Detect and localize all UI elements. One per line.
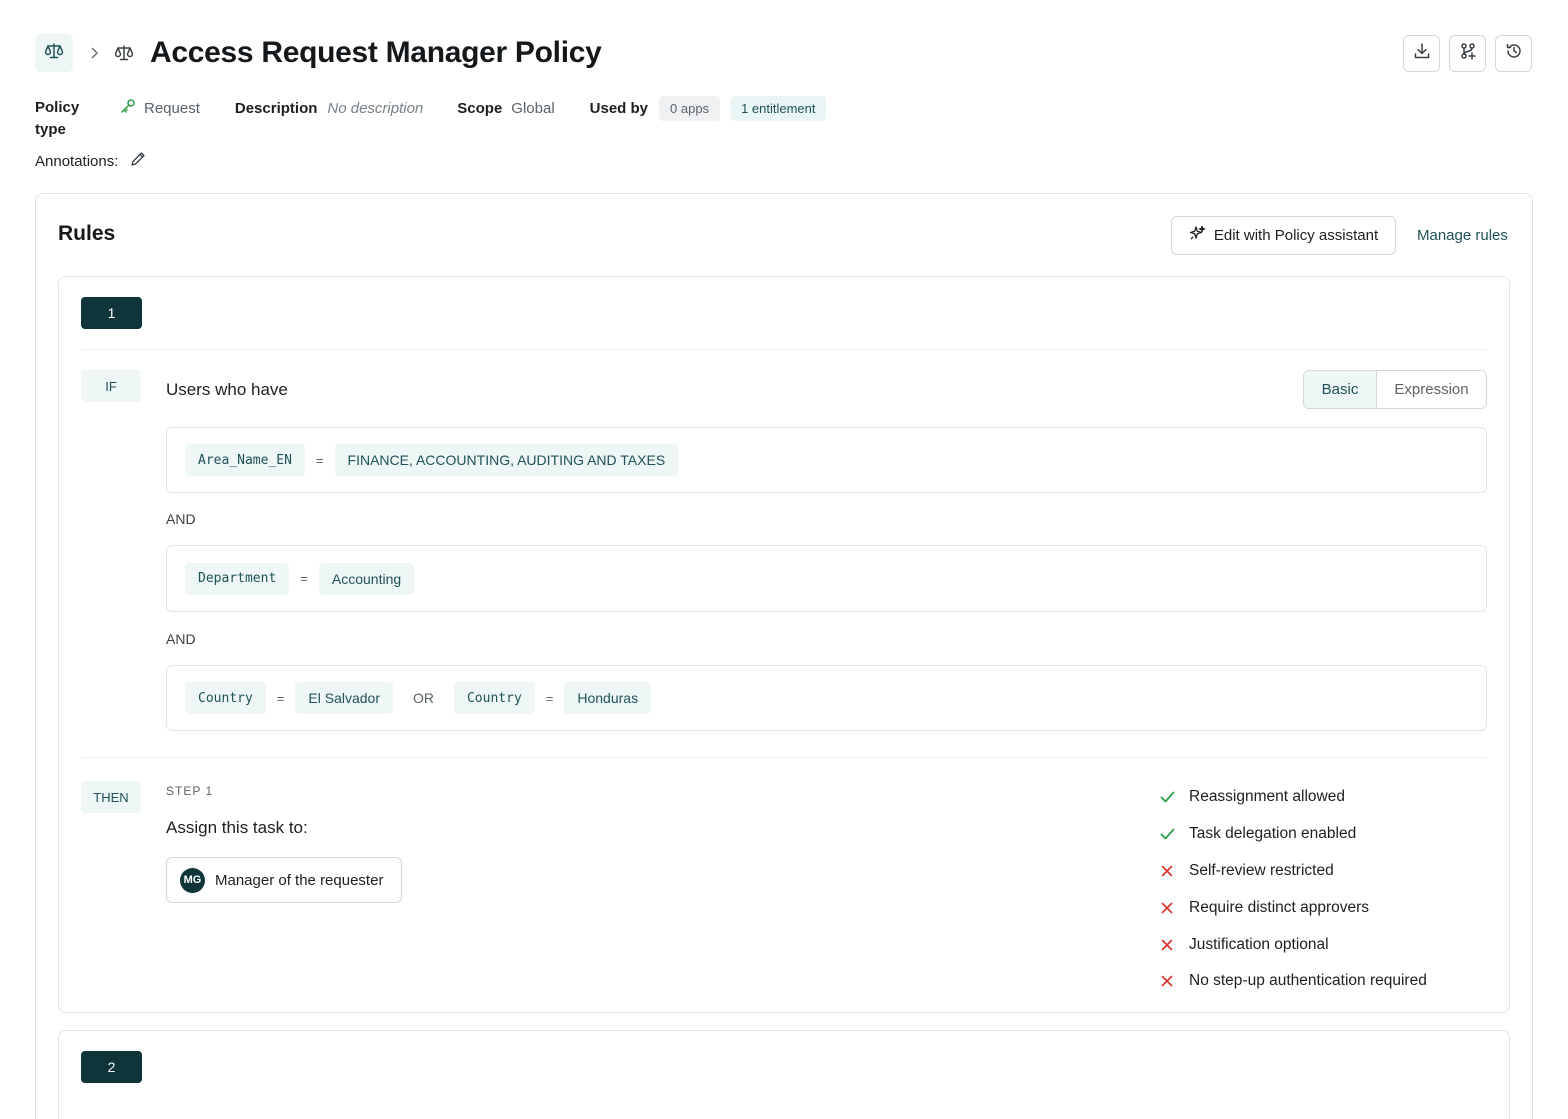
and-label: AND (166, 511, 196, 527)
scale-icon (114, 43, 134, 63)
scope: Scope Global (457, 99, 555, 117)
close-icon (1159, 863, 1175, 879)
annotations-label: Annotations: (35, 152, 119, 170)
setting-item: Reassignment allowed (1159, 779, 1499, 816)
assignee-label: Manager of the requester (215, 871, 384, 889)
sparkle-icon (1189, 225, 1206, 246)
history-button[interactable] (1495, 34, 1532, 72)
history-icon (1505, 42, 1523, 65)
download-button[interactable] (1403, 34, 1440, 72)
header-actions (1403, 34, 1532, 72)
setting-item: No step-up authentication required (1159, 963, 1499, 1000)
check-icon (1159, 826, 1175, 842)
and-label: AND (166, 631, 196, 647)
divider (81, 349, 1487, 350)
avatar: MG (180, 867, 205, 893)
mode-basic-tab[interactable]: Basic (1304, 371, 1377, 408)
scale-icon (44, 41, 64, 66)
policy-home-button[interactable] (35, 34, 73, 72)
rules-title: Rules (58, 222, 116, 245)
condition-value: Accounting (318, 562, 415, 595)
divider (81, 757, 1487, 758)
condition-1[interactable]: Area_Name_EN = FINANCE, ACCOUNTING, AUDI… (166, 427, 1487, 493)
close-icon (1159, 937, 1175, 953)
rule-1: 1 IF Users who have Basic Expression Are… (58, 276, 1510, 1013)
close-icon (1159, 973, 1175, 989)
condition-attribute: Country (185, 682, 266, 714)
annotations: Annotations: (35, 151, 146, 171)
manage-rules-link[interactable]: Manage rules (1417, 227, 1508, 244)
mode-toggle: Basic Expression (1303, 370, 1487, 409)
page-title: Access Request Manager Policy (150, 36, 602, 69)
policy-type-value: Request (120, 97, 200, 119)
condition-operator: = (315, 452, 324, 468)
assignee-chip[interactable]: MG Manager of the requester (166, 857, 402, 903)
apps-chip[interactable]: 0 apps (659, 95, 721, 121)
condition-attribute: Country (453, 682, 535, 714)
policy-type-label: Policy type (35, 99, 80, 138)
branch-add-button[interactable] (1449, 34, 1486, 72)
pencil-icon[interactable] (130, 151, 146, 171)
setting-item: Require distinct approvers (1159, 889, 1499, 926)
page-header: Access Request Manager Policy (35, 34, 1532, 72)
users-who-have-label: Users who have (166, 380, 288, 399)
chevron-right-icon (88, 47, 100, 59)
condition-operator: = (300, 571, 308, 586)
condition-3[interactable]: Country = El Salvador OR Country = Hondu… (166, 665, 1487, 731)
edit-with-assistant-button[interactable]: Edit with Policy assistant (1171, 216, 1396, 255)
condition-2[interactable]: Department = Accounting (166, 545, 1487, 612)
condition-value: FINANCE, ACCOUNTING, AUDITING AND TAXES (334, 444, 679, 476)
or-label: OR (412, 690, 434, 706)
step-label: STEP 1 (166, 784, 214, 798)
download-icon (1413, 42, 1431, 65)
setting-item: Self-review restricted (1159, 853, 1499, 890)
rule-2: 2 (58, 1030, 1510, 1119)
rule-number: 2 (81, 1051, 142, 1083)
setting-item: Task delegation enabled (1159, 816, 1499, 853)
condition-attribute: Department (185, 562, 290, 595)
rules-card: Rules Edit with Policy assistant Manage … (35, 193, 1533, 1119)
condition-attribute: Area_Name_EN (185, 444, 305, 476)
branch-add-icon (1459, 42, 1477, 65)
policy-meta: Policy type Request Description No descr… (35, 95, 826, 141)
check-icon (1159, 789, 1175, 805)
condition-operator: = (545, 690, 554, 706)
assign-task-label: Assign this task to: (166, 818, 308, 837)
step-settings: Reassignment allowed Task delegation ena… (1159, 779, 1499, 1000)
condition-value: El Salvador (295, 682, 393, 714)
key-icon (120, 98, 136, 118)
setting-item: Justification optional (1159, 926, 1499, 963)
description: Description No description (234, 99, 424, 117)
entitlement-chip[interactable]: 1 entitlement (731, 95, 826, 121)
rule-number: 1 (81, 297, 142, 329)
mode-expression-tab[interactable]: Expression (1377, 371, 1486, 408)
used-by: Used by 0 apps 1 entitlement (590, 95, 826, 121)
condition-operator: = (276, 690, 285, 706)
if-tag: IF (81, 370, 141, 402)
condition-value: Honduras (564, 682, 652, 714)
close-icon (1159, 900, 1175, 916)
then-tag: THEN (81, 781, 141, 813)
